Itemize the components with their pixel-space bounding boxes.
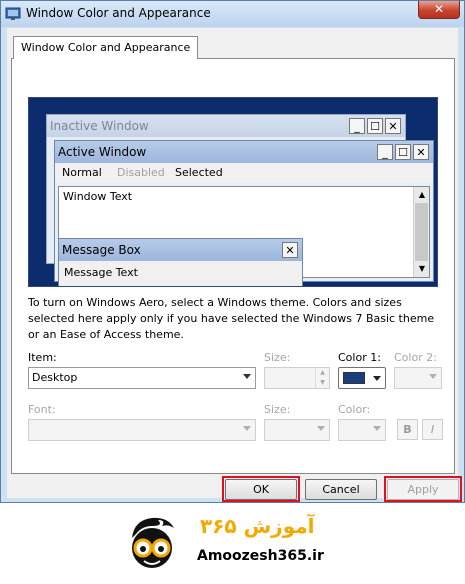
size-label: Size: (264, 351, 291, 364)
scroll-thumb (415, 203, 428, 261)
brand-watermark: آموزش ۳۶۵ Amoozesh365.ir (122, 508, 324, 578)
dialog-window: Window Color and Appearance ✕ Window Col… (0, 0, 465, 503)
ok-highlight (222, 476, 300, 502)
close-icon: ✕ (413, 144, 429, 160)
color1-label: Color 1: (338, 351, 381, 364)
font-label: Font: (28, 403, 56, 416)
preview-menu-disabled: Disabled (117, 166, 165, 179)
chevron-down-icon (429, 374, 437, 379)
brand-persian-name: آموزش ۳۶۵ (200, 514, 315, 538)
item-label: Item: (28, 351, 57, 364)
window-title: Window Color and Appearance (26, 6, 211, 20)
scroll-down-icon: ▼ (418, 264, 426, 273)
preview-inactive-title: Inactive Window (50, 119, 149, 133)
minimize-icon: _ (377, 144, 393, 160)
close-icon: ✕ (433, 2, 445, 16)
spin-up-icon: ▲ (315, 368, 329, 378)
brand-site-url: Amoozesh365.ir (197, 548, 324, 564)
tab-panel: Inactive Window _ ☐ ✕ Active Window _ ☐ … (11, 58, 455, 474)
mascot-logo-icon (132, 517, 174, 568)
font-select[interactable] (28, 419, 256, 441)
color1-picker-button[interactable] (338, 367, 386, 389)
italic-button[interactable]: I (422, 419, 443, 440)
preview-active-title: Active Window (58, 145, 147, 159)
item-select[interactable]: Desktop (28, 367, 256, 389)
chevron-down-icon (373, 426, 381, 431)
item-select-value: Desktop (32, 371, 78, 384)
close-icon: ✕ (385, 118, 401, 134)
preview-scrollbar: ▲ ▼ (413, 187, 429, 277)
aero-description: To turn on Windows Aero, select a Window… (28, 296, 435, 341)
preview-window-text: Window Text (63, 190, 133, 203)
color2-picker-button[interactable] (394, 367, 442, 389)
tab-window-color-appearance[interactable]: Window Color and Appearance (13, 36, 199, 59)
close-button[interactable]: ✕ (418, 1, 460, 19)
appearance-preview[interactable]: Inactive Window _ ☐ ✕ Active Window _ ☐ … (28, 97, 438, 287)
maximize-icon: ☐ (367, 118, 383, 134)
preview-menu-bar: Normal Disabled Selected (55, 163, 433, 183)
preview-menu-normal: Normal (62, 166, 102, 179)
chevron-down-icon (317, 426, 325, 431)
close-icon: ✕ (282, 242, 298, 258)
minimize-icon: _ (349, 118, 365, 134)
display-settings-icon (5, 7, 21, 20)
dialog-client-area: Window Color and Appearance Inactive Win… (7, 28, 458, 498)
color1-swatch (343, 372, 365, 384)
preview-msgbox-text: Message Text (64, 266, 138, 279)
font-size-select[interactable] (264, 419, 330, 441)
preview-msgbox-title: Message Box (62, 243, 141, 257)
bold-button[interactable]: B (397, 419, 418, 440)
title-bar[interactable]: Window Color and Appearance ✕ (1, 1, 464, 27)
chevron-down-icon (373, 376, 381, 381)
preview-menu-selected: Selected (175, 166, 223, 179)
spin-down-icon: ▼ (315, 378, 329, 388)
font-color-label: Color: (338, 403, 371, 416)
color2-label: Color 2: (394, 351, 437, 364)
scroll-up-icon: ▲ (418, 190, 426, 199)
size-spinner[interactable]: ▲ ▼ (264, 367, 330, 389)
font-size-label: Size: (264, 403, 291, 416)
chevron-down-icon (243, 426, 251, 431)
font-color-picker-button[interactable] (338, 419, 386, 441)
apply-highlight (384, 476, 462, 502)
cancel-button[interactable]: Cancel (305, 479, 377, 500)
maximize-icon: ☐ (395, 144, 411, 160)
chevron-down-icon (243, 374, 251, 379)
preview-message-box[interactable]: Message Box ✕ Message Text OK (58, 238, 303, 286)
